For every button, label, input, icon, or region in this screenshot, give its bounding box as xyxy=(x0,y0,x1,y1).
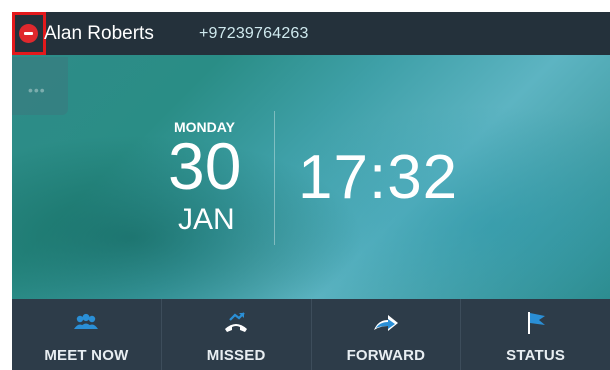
presence-highlight-box xyxy=(12,12,46,55)
people-icon xyxy=(74,313,99,329)
softkey-label: STATUS xyxy=(506,347,566,364)
phone-screen: Alan Roberts +97239764263 ••• MONDAY 30 … xyxy=(12,12,610,370)
softkey-forward[interactable]: FORWARD xyxy=(310,299,461,370)
softkey-status[interactable]: STATUS xyxy=(460,299,610,370)
month-label: JAN xyxy=(178,203,235,236)
user-phone-number: +97239764263 xyxy=(199,25,309,42)
more-dots-icon: ••• xyxy=(28,82,46,98)
softkey-bar: MEET NOW MISSED FORWARD STATUS xyxy=(12,299,610,370)
menu-tab-button[interactable]: ••• xyxy=(12,57,68,115)
idle-screen-wallpaper: ••• MONDAY 30 JAN 17:32 xyxy=(12,55,610,299)
clock-time: 17:32 xyxy=(298,143,459,212)
forward-arrow-icon xyxy=(373,315,398,331)
softkey-label: MISSED xyxy=(206,347,266,364)
softkey-label: FORWARD xyxy=(346,347,426,364)
date-number: 30 xyxy=(168,129,242,203)
date-time-divider xyxy=(274,111,275,245)
missed-call-icon xyxy=(225,312,248,332)
user-name: Alan Roberts xyxy=(44,23,154,44)
softkey-label: MEET NOW xyxy=(44,347,129,364)
softkey-missed[interactable]: MISSED xyxy=(160,299,311,370)
softkey-meet-now[interactable]: MEET NOW xyxy=(12,299,161,370)
top-status-bar: Alan Roberts +97239764263 xyxy=(12,12,610,55)
flag-icon xyxy=(527,312,545,334)
